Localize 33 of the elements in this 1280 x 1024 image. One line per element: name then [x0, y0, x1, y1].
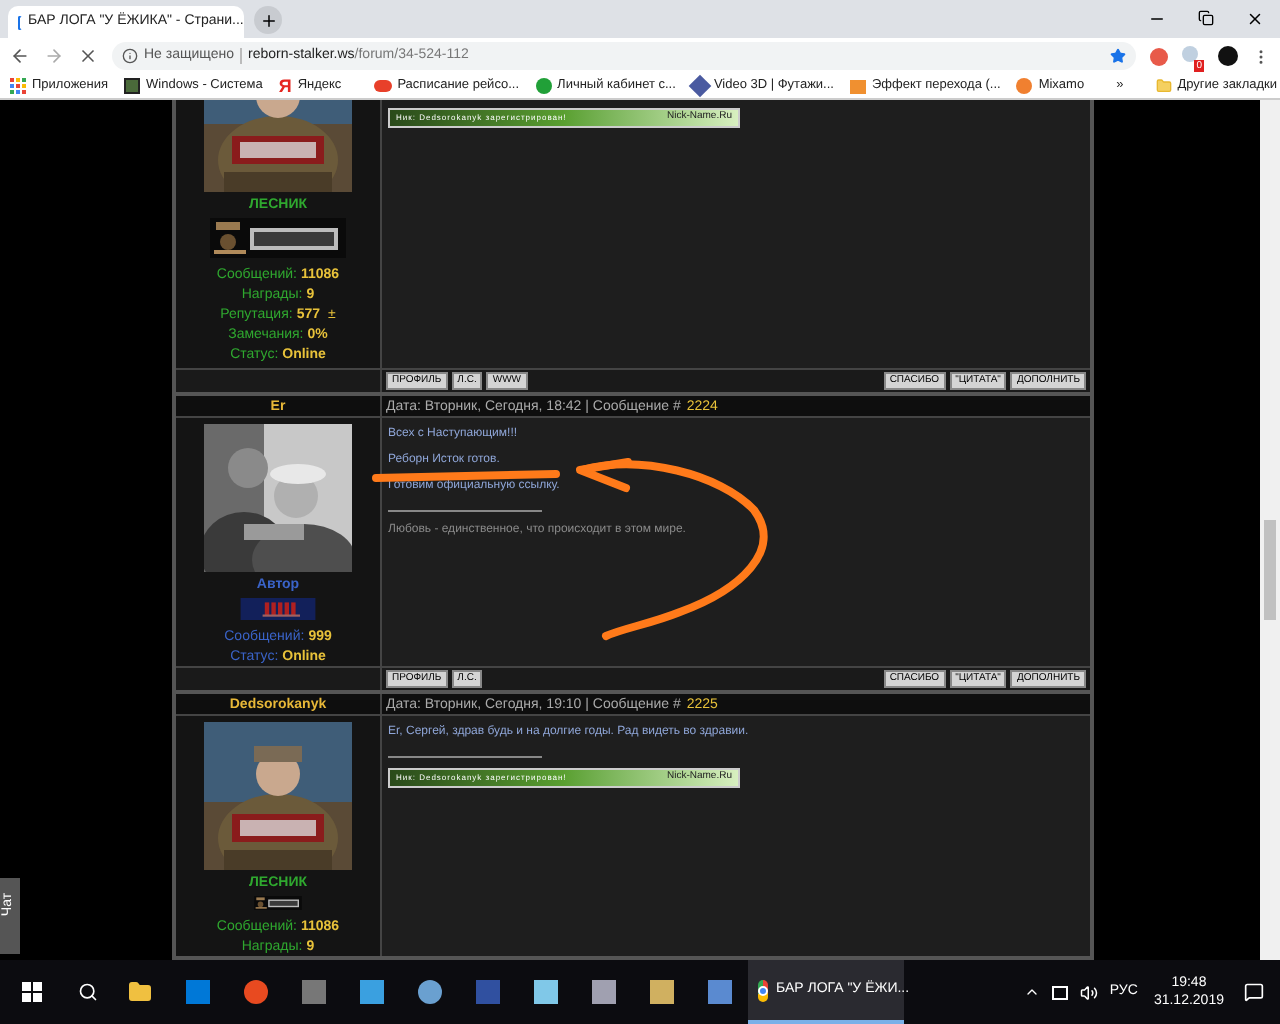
close-icon[interactable]	[1246, 10, 1264, 28]
store-icon[interactable]	[185, 980, 209, 1004]
scrollbar[interactable]	[1260, 100, 1280, 960]
network-icon[interactable]	[1051, 985, 1068, 999]
stop-icon[interactable]	[78, 46, 98, 66]
apps-icon	[10, 78, 26, 94]
notifications-icon[interactable]	[1244, 982, 1264, 1002]
plus-icon	[259, 11, 277, 29]
screen-icon	[849, 79, 866, 93]
back-icon[interactable]	[10, 46, 30, 66]
search-icon[interactable]	[78, 982, 98, 1002]
square-icon	[124, 78, 141, 94]
app-icon[interactable]	[301, 980, 325, 1004]
app-icon[interactable]	[243, 980, 267, 1004]
app-icon[interactable]	[533, 980, 557, 1004]
scanner-icon[interactable]	[649, 980, 673, 1004]
profile-avatar[interactable]	[1218, 46, 1238, 66]
folder-icon	[1155, 78, 1172, 94]
bookmark-star-icon[interactable]	[1110, 48, 1126, 64]
swoosh-icon	[373, 80, 392, 92]
info-icon	[122, 48, 138, 64]
windows-logo-icon[interactable]	[22, 982, 42, 1002]
restore-icon[interactable]	[1198, 10, 1214, 26]
new-tab-button[interactable]	[254, 6, 282, 34]
logo-letter: Я	[278, 77, 292, 95]
figure-icon	[1016, 78, 1033, 94]
chevron-up-icon[interactable]	[1023, 984, 1040, 1000]
app-icon[interactable]	[591, 980, 615, 1004]
monitor-icon[interactable]	[359, 980, 383, 1004]
computer-icon[interactable]	[707, 980, 731, 1004]
volume-icon[interactable]	[1079, 983, 1098, 1001]
folder-icon[interactable]	[128, 980, 152, 1004]
palette-icon[interactable]	[417, 980, 441, 1004]
